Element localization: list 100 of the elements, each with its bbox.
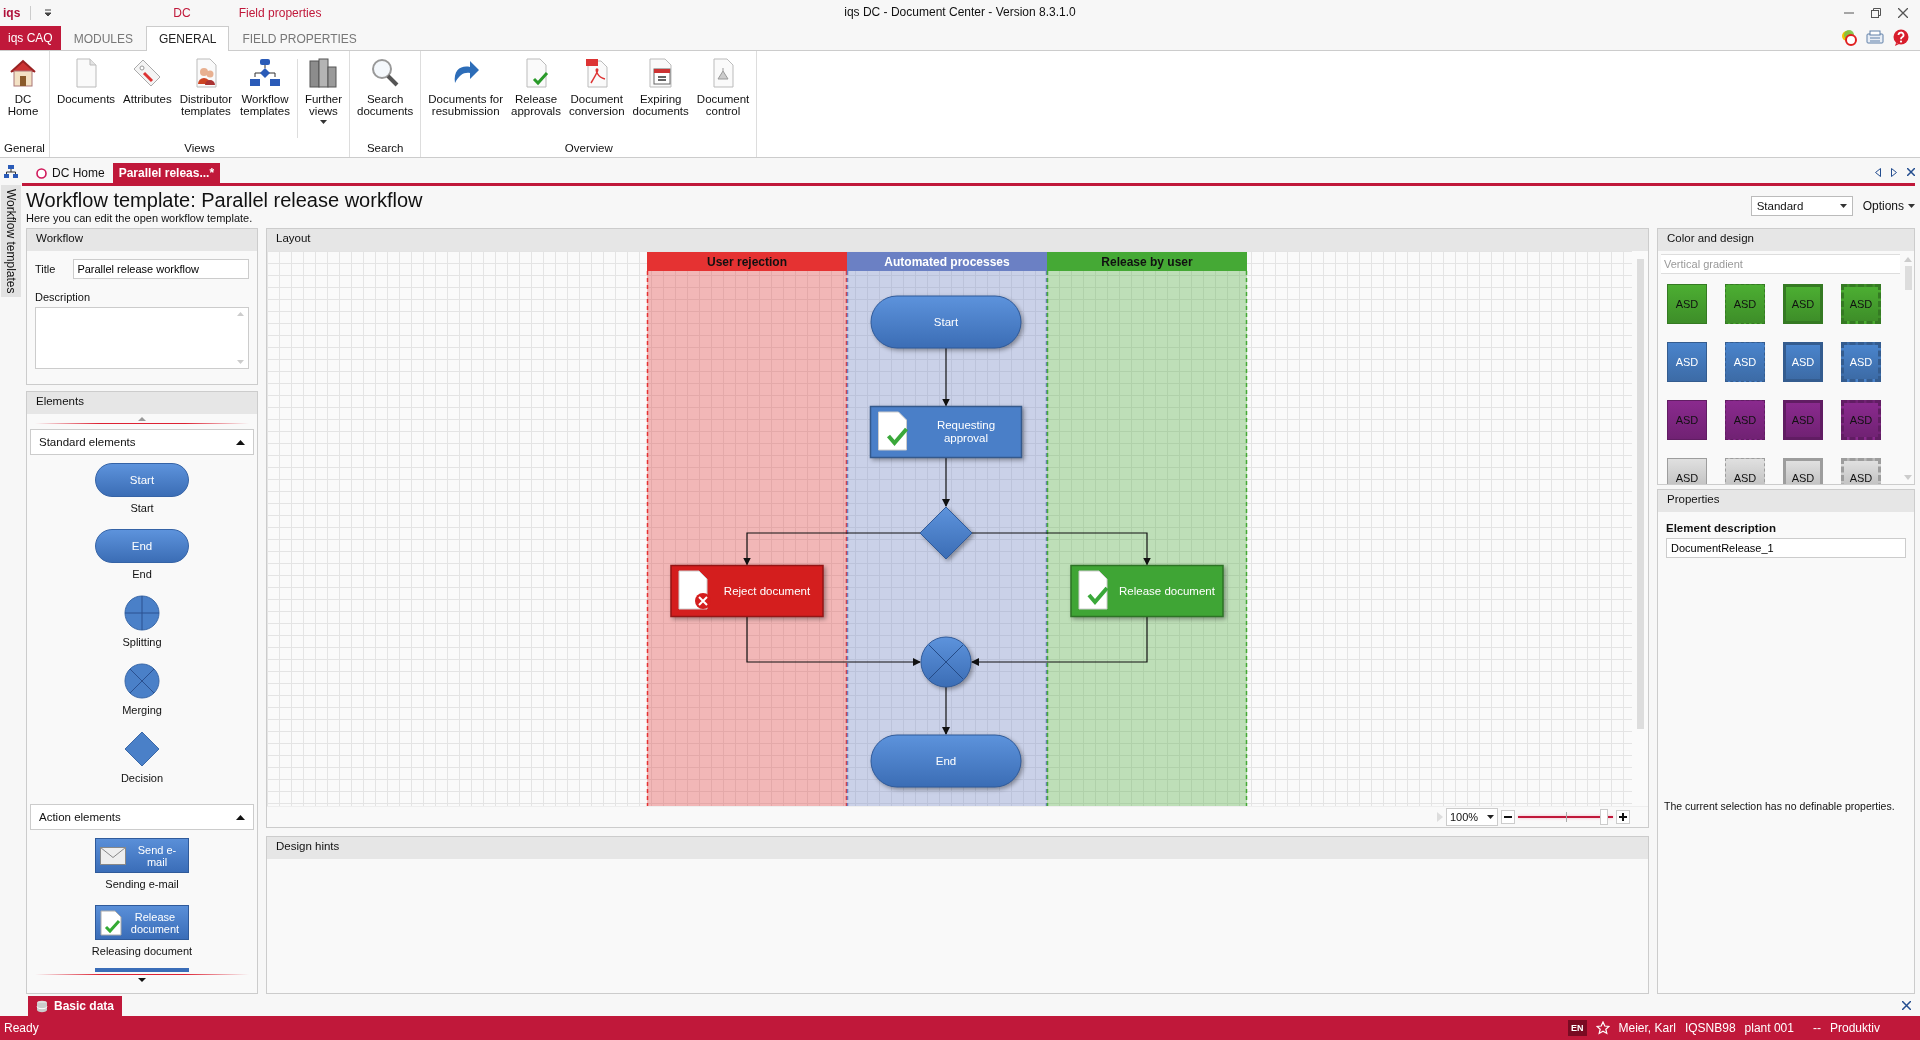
color-swatch[interactable]: ASD [1667,342,1707,382]
restore-icon[interactable] [1871,8,1881,18]
element-description-field[interactable]: DocumentRelease_1 [1666,538,1906,558]
quick-access-icon[interactable] [43,8,54,18]
slider-thumb[interactable] [1599,809,1608,825]
flow-arrow[interactable] [942,686,950,735]
ribbon-button[interactable]: Document control [693,55,753,142]
ribbon-group-label: General [4,142,45,156]
context-tab[interactable]: DC [173,6,191,20]
flow-arrow[interactable] [942,456,950,507]
task-node[interactable] [670,564,824,618]
ribbon-tab[interactable]: FIELD PROPERTIES [229,26,370,50]
lane-header[interactable] [1047,252,1247,271]
scroll-left-icon[interactable] [1875,167,1881,177]
app-menu-button[interactable]: iqs CAQ [0,26,61,50]
ribbon-button[interactable]: Release approvals [508,55,564,142]
color-swatch[interactable]: ASD [1841,458,1881,484]
task-node[interactable] [869,405,1023,459]
ribbon-button[interactable]: Documents [53,55,119,142]
scroll-up-icon[interactable] [138,416,146,421]
end-shape[interactable]: End [95,529,189,563]
flow-arrow[interactable] [942,347,950,407]
color-swatch[interactable]: ASD [1783,342,1823,382]
splitting-shape[interactable] [124,595,160,631]
group-header[interactable]: Action elements [30,804,254,830]
color-swatch[interactable]: ASD [1841,284,1881,324]
ribbon-tab[interactable]: MODULES [60,26,147,50]
document-tab[interactable]: DC Home [30,163,111,183]
color-swatch[interactable]: ASD [1783,284,1823,324]
decision-node[interactable] [919,506,973,560]
element-caption: Releasing document [91,945,193,957]
panel-header: Workflow [27,229,257,251]
element-caption: Splitting [122,636,162,648]
ribbon-button[interactable]: Workflow templates [237,55,293,142]
printer-icon[interactable] [1866,30,1884,46]
ribbon-button[interactable]: Further views [301,55,345,142]
minus-icon [1504,813,1512,821]
diagram-canvas[interactable]: User rejection Automated processes Release by user Start Requesting approval Reject document Release document End [267,251,1632,806]
caret-icon [236,439,245,445]
bottom-tab[interactable]: Basic data [28,996,123,1016]
color-swatch[interactable]: ASD [1783,458,1823,484]
color-swatch[interactable]: ASD [1725,342,1765,382]
color-swatch[interactable]: ASD [1667,284,1707,324]
lane-header[interactable] [647,252,847,271]
scroll-right-icon[interactable] [1891,167,1897,177]
ribbon-button[interactable]: Distributor templates [176,55,236,142]
ribbon-button[interactable]: Document conversion [565,55,628,142]
element-caption: End [132,568,152,580]
plant-name: plant 001 [1744,1021,1794,1035]
task-node[interactable] [1070,564,1224,618]
email-action-shape[interactable]: Send e-mail [95,838,189,873]
decision-shape[interactable] [124,731,160,767]
view-select[interactable]: Standard [1750,196,1853,216]
release-action-shape[interactable]: Release document [95,905,189,940]
group-header[interactable]: Standard elements [30,429,254,455]
lane-title: Automated processes [884,254,1010,269]
close-icon[interactable] [1898,8,1908,18]
panel-header: Color and design [1658,229,1914,251]
lane-title: User rejection [707,254,787,269]
ribbon-button[interactable]: DC Home [4,55,42,142]
node-label: Requesting approval [935,419,997,445]
zoom-slider[interactable] [1518,809,1613,825]
ribbon-button[interactable]: Search documents [354,55,417,142]
zoom-out-button[interactable] [1501,810,1515,824]
ribbon-button[interactable]: Attributes [120,55,175,142]
vertical-scrollbar[interactable] [1632,251,1648,806]
color-swatch[interactable]: ASD [1841,342,1881,382]
title-field[interactable]: Parallel release workflow [73,259,249,279]
scrollbar-thumb[interactable] [1904,266,1912,290]
color-swatch[interactable]: ASD [1725,284,1765,324]
color-circles-icon[interactable] [1840,29,1858,47]
app-logo[interactable]: iqs [3,6,32,20]
scroll-down-icon[interactable] [138,977,146,982]
options-menu-button[interactable]: Options [1862,199,1915,213]
lane-header[interactable] [847,252,1047,271]
node-label: Start [933,316,959,328]
dropdown-caret-icon [1908,204,1915,208]
start-shape[interactable]: Start [95,463,189,497]
zoom-in-button[interactable] [1616,810,1630,824]
context-tab[interactable]: Field properties [238,6,322,20]
language-badge[interactable]: EN [1568,1020,1587,1036]
merging-shape[interactable] [124,663,160,699]
ribbon-button[interactable]: Expiring documents [629,55,692,142]
ribbon-tab[interactable]: GENERAL [146,26,230,51]
color-swatch[interactable]: ASD [1667,458,1707,484]
help-icon[interactable] [1892,29,1910,47]
star-icon[interactable] [1595,1021,1610,1035]
side-tab[interactable]: Workflow templates [1,185,21,298]
ribbon-button[interactable]: Documents for resubmission [425,55,507,142]
close-icon[interactable] [1907,168,1915,176]
close-icon[interactable] [1902,1000,1911,1010]
merge-node[interactable] [920,636,972,688]
panel-header: Elements [27,392,257,414]
ribbon-group-label: Overview [563,142,614,156]
ribbon-group-label: Search [365,142,405,156]
zoom-select[interactable]: 100% [1446,808,1498,826]
document-tab[interactable]: Parallel releas...* [112,163,221,183]
end-node[interactable] [870,734,1022,788]
color-swatch[interactable]: ASD [1725,458,1765,484]
start-node[interactable] [870,295,1022,349]
